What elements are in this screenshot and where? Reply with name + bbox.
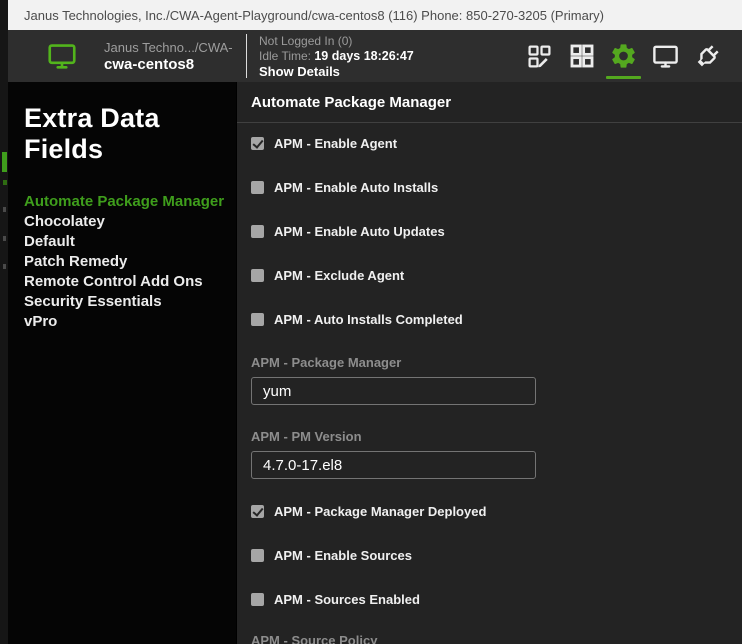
- content-area: Extra Data Fields Automate Package Manag…: [8, 82, 742, 644]
- agent-summary: Janus Techno.../CWA-Agent-Pl... cwa-cent…: [46, 39, 232, 73]
- checkbox-label: APM - Auto Installs Completed: [274, 312, 463, 327]
- fields: APM - Enable Agent APM - Enable Auto Ins…: [237, 123, 742, 644]
- checkbox[interactable]: [251, 137, 264, 150]
- field-label-row: APM - Source Policy: [251, 633, 728, 644]
- page-title: Extra Data Fields: [24, 103, 236, 165]
- agent-status: Not Logged In (0) Idle Time: 19 days 18:…: [259, 34, 414, 79]
- checkbox[interactable]: [251, 313, 264, 326]
- checkbox[interactable]: [251, 269, 264, 282]
- sidebar-item[interactable]: Default: [24, 232, 236, 252]
- window-edge: [0, 0, 8, 644]
- checkbox-label: APM - Sources Enabled: [274, 592, 420, 607]
- checkbox-row[interactable]: APM - Enable Auto Installs: [251, 175, 728, 199]
- toolbar: Janus Techno.../CWA-Agent-Pl... cwa-cent…: [8, 30, 742, 82]
- sidebar-item[interactable]: vPro: [24, 312, 236, 332]
- sidebar-item[interactable]: Automate Package Manager: [24, 192, 236, 212]
- checkbox-row[interactable]: APM - Package Manager Deployed: [251, 499, 728, 523]
- checkbox-row[interactable]: APM - Enable Sources: [251, 543, 728, 567]
- checkbox-row[interactable]: APM - Exclude Agent: [251, 263, 728, 287]
- breadcrumb: Janus Techno.../CWA-Agent-Pl...: [104, 39, 232, 56]
- login-status: Not Logged In (0): [259, 34, 414, 49]
- checkbox-label: APM - Exclude Agent: [274, 268, 404, 283]
- remote-monitor-icon[interactable]: [651, 42, 680, 71]
- edit-commands-icon[interactable]: [525, 42, 554, 71]
- sidebar-item[interactable]: Security Essentials: [24, 292, 236, 312]
- field-label: APM - Package Manager: [251, 355, 728, 371]
- checkbox-label: APM - Enable Auto Updates: [274, 224, 445, 239]
- sidebar-item[interactable]: Chocolatey: [24, 212, 236, 232]
- sidebar-item[interactable]: Patch Remedy: [24, 252, 236, 272]
- text-field-row: APM - PM Version: [251, 429, 728, 479]
- sidebar: Extra Data Fields Automate Package Manag…: [8, 82, 236, 644]
- app-grid-icon[interactable]: [567, 42, 596, 71]
- window-titlebar[interactable]: Janus Technologies, Inc./CWA-Agent-Playg…: [8, 0, 742, 30]
- window-title: Janus Technologies, Inc./CWA-Agent-Playg…: [24, 8, 604, 23]
- text-input[interactable]: [251, 451, 536, 479]
- idle-time-value: 19 days 18:26:47: [314, 49, 413, 63]
- computer-name: cwa-centos8: [104, 56, 232, 73]
- idle-time-label: Idle Time:: [259, 49, 314, 63]
- checkbox-label: APM - Enable Agent: [274, 136, 397, 151]
- checkbox[interactable]: [251, 549, 264, 562]
- toolbar-icon-group: [525, 42, 724, 71]
- field-label: APM - Source Policy: [251, 633, 728, 644]
- checkbox-label: APM - Package Manager Deployed: [274, 504, 486, 519]
- checkbox-row[interactable]: APM - Auto Installs Completed: [251, 307, 728, 331]
- show-details-link[interactable]: Show Details: [259, 64, 414, 79]
- sidebar-list: Automate Package ManagerChocolateyDefaul…: [24, 192, 236, 332]
- checkbox-row[interactable]: APM - Sources Enabled: [251, 587, 728, 611]
- agent-window: Janus Technologies, Inc./CWA-Agent-Playg…: [8, 0, 742, 644]
- text-field-row: APM - Package Manager: [251, 355, 728, 405]
- checkbox-label: APM - Enable Sources: [274, 548, 412, 563]
- checkbox[interactable]: [251, 181, 264, 194]
- checkbox-row[interactable]: APM - Enable Agent: [251, 131, 728, 155]
- checkbox[interactable]: [251, 225, 264, 238]
- power-plug-icon[interactable]: [693, 42, 722, 71]
- checkbox[interactable]: [251, 505, 264, 518]
- main-panel: Automate Package Manager APM - Enable Ag…: [236, 82, 742, 644]
- computer-monitor-icon: [46, 41, 78, 71]
- section-header: Automate Package Manager: [237, 82, 742, 123]
- sidebar-item[interactable]: Remote Control Add Ons: [24, 272, 236, 292]
- settings-gear-icon[interactable]: [609, 42, 638, 71]
- checkbox-row[interactable]: APM - Enable Auto Updates: [251, 219, 728, 243]
- toolbar-divider: [246, 34, 247, 78]
- checkbox[interactable]: [251, 593, 264, 606]
- field-label: APM - PM Version: [251, 429, 728, 445]
- text-input[interactable]: [251, 377, 536, 405]
- background-selection-indicator: [2, 152, 7, 172]
- checkbox-label: APM - Enable Auto Installs: [274, 180, 438, 195]
